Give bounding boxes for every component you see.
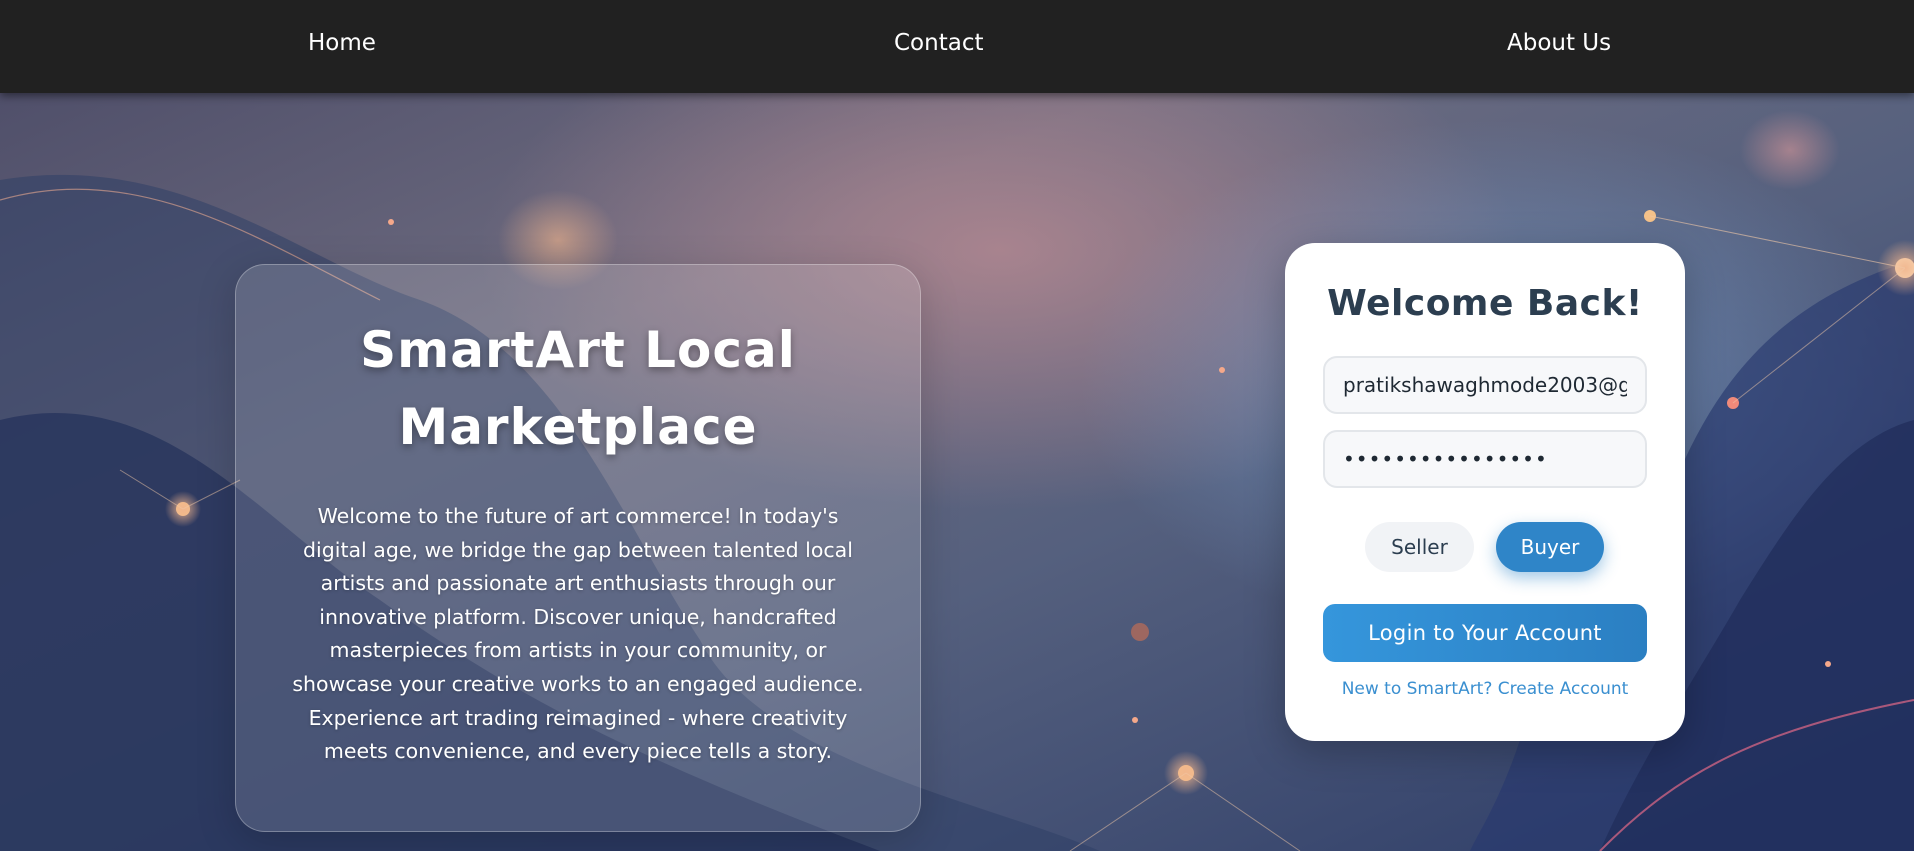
create-account-link[interactable]: New to SmartArt? Create Account: [1285, 679, 1685, 699]
nav-link-contact[interactable]: Contact: [894, 30, 983, 56]
nav-link-home[interactable]: Home: [308, 30, 376, 56]
hero-title-line-1: SmartArt Local: [360, 321, 796, 379]
top-navbar: Home Contact About Us: [0, 0, 1914, 93]
hero-title: SmartArt Local Marketplace: [292, 312, 864, 466]
hero-title-line-2: Marketplace: [398, 398, 758, 456]
role-buyer-button[interactable]: Buyer: [1496, 522, 1604, 572]
password-field[interactable]: [1323, 430, 1647, 488]
login-page: Home Contact About Us SmartArt Local Mar…: [0, 0, 1914, 851]
login-card: Welcome Back! Seller Buyer Login to Your…: [1285, 243, 1685, 741]
hero-card: SmartArt Local Marketplace Welcome to th…: [235, 264, 921, 832]
login-button[interactable]: Login to Your Account: [1323, 604, 1647, 662]
email-field[interactable]: [1323, 356, 1647, 414]
role-seller-button[interactable]: Seller: [1365, 522, 1474, 572]
login-title: Welcome Back!: [1327, 283, 1643, 324]
hero-description: Welcome to the future of art commerce! I…: [292, 504, 864, 764]
nav-link-about-us[interactable]: About Us: [1507, 30, 1611, 56]
